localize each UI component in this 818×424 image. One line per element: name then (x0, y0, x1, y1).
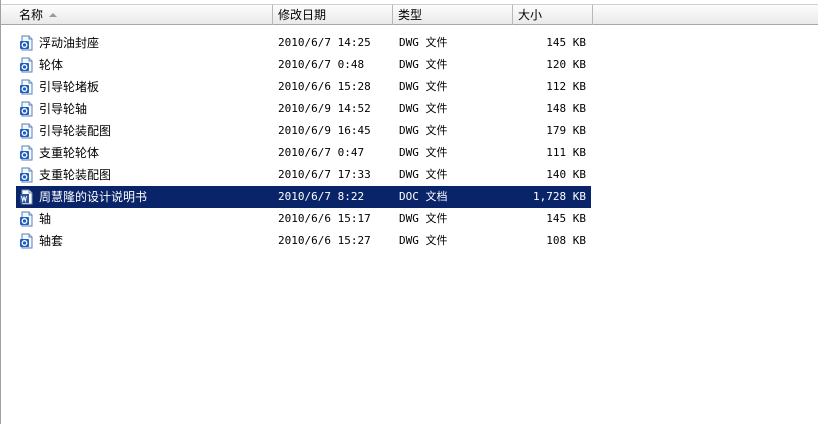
file-size: 112 KB (546, 80, 586, 93)
file-row[interactable]: 引导轮装配图 2010/6/9 16:45 DWG 文件 179 KB (1, 120, 601, 142)
file-type: DWG 文件 (399, 146, 448, 159)
file-size: 145 KB (546, 212, 586, 225)
file-name[interactable]: 轴套 (39, 230, 63, 252)
file-size: 111 KB (546, 146, 586, 159)
file-row[interactable]: 支重轮轮体 2010/6/7 0:47 DWG 文件 111 KB (1, 142, 601, 164)
file-date: 2010/6/7 0:48 (278, 58, 365, 71)
file-date: 2010/6/9 16:45 (278, 124, 371, 137)
file-row[interactable]: 轴套 2010/6/6 15:27 DWG 文件 108 KB (1, 230, 601, 252)
dwg-file-icon (19, 79, 35, 95)
file-date: 2010/6/6 15:27 (278, 234, 371, 247)
file-row[interactable]: 引导轮堵板 2010/6/6 15:28 DWG 文件 112 KB (1, 76, 601, 98)
file-date: 2010/6/7 0:47 (278, 146, 365, 159)
file-list-view: 名称 修改日期 类型 大小 浮动油封座 2010/6/7 14:25 DWG 文件 1… (0, 0, 818, 424)
file-type: DWG 文件 (399, 80, 448, 93)
column-header-name-label: 名称 (19, 8, 44, 22)
dwg-file-icon (19, 233, 35, 249)
dwg-file-icon (19, 145, 35, 161)
file-type: DWG 文件 (399, 212, 448, 225)
file-row[interactable]: 支重轮装配图 2010/6/7 17:33 DWG 文件 140 KB (1, 164, 601, 186)
file-type: DWG 文件 (399, 36, 448, 49)
file-name[interactable]: 轮体 (39, 54, 63, 76)
sort-ascending-icon (49, 12, 58, 17)
column-header-size[interactable]: 大小 (513, 5, 593, 25)
file-type: DWG 文件 (399, 124, 448, 137)
column-header-type[interactable]: 类型 (393, 5, 513, 25)
file-date: 2010/6/9 14:52 (278, 102, 371, 115)
file-size: 140 KB (546, 168, 586, 181)
file-name[interactable]: 支重轮装配图 (39, 164, 111, 186)
file-size: 120 KB (546, 58, 586, 71)
file-date: 2010/6/7 17:33 (278, 168, 371, 181)
file-size: 179 KB (546, 124, 586, 137)
dwg-file-icon (19, 123, 35, 139)
dwg-file-icon (19, 57, 35, 73)
file-name[interactable]: 周慧隆的设计说明书 (39, 186, 147, 208)
file-row[interactable]: 浮动油封座 2010/6/7 14:25 DWG 文件 145 KB (1, 32, 601, 54)
column-header-name[interactable]: 名称 (1, 5, 273, 25)
file-rows: 浮动油封座 2010/6/7 14:25 DWG 文件 145 KB 轮体 2010/6/… (1, 32, 601, 252)
file-type: DWG 文件 (399, 168, 448, 181)
file-size: 148 KB (546, 102, 586, 115)
file-row[interactable]: 周慧隆的设计说明书 2010/6/7 8:22 DOC 文档 1,728 KB (1, 186, 601, 208)
file-row[interactable]: 轴 2010/6/6 15:17 DWG 文件 145 KB (1, 208, 601, 230)
column-header-date[interactable]: 修改日期 (273, 5, 393, 25)
file-date: 2010/6/6 15:17 (278, 212, 371, 225)
dwg-file-icon (19, 35, 35, 51)
file-date: 2010/6/6 15:28 (278, 80, 371, 93)
file-name[interactable]: 支重轮轮体 (39, 142, 99, 164)
file-type: DOC 文档 (399, 190, 448, 203)
column-header-size-label: 大小 (518, 8, 543, 22)
column-header-date-label: 修改日期 (278, 8, 327, 22)
file-size: 145 KB (546, 36, 586, 49)
file-row[interactable]: 轮体 2010/6/7 0:48 DWG 文件 120 KB (1, 54, 601, 76)
file-name[interactable]: 引导轮轴 (39, 98, 87, 120)
file-type: DWG 文件 (399, 58, 448, 71)
file-name[interactable]: 引导轮装配图 (39, 120, 111, 142)
doc-file-icon (19, 189, 35, 205)
file-type: DWG 文件 (399, 102, 448, 115)
file-size: 108 KB (546, 234, 586, 247)
file-name[interactable]: 引导轮堵板 (39, 76, 99, 98)
file-size: 1,728 KB (533, 190, 586, 203)
dwg-file-icon (19, 101, 35, 117)
file-row[interactable]: 引导轮轴 2010/6/9 14:52 DWG 文件 148 KB (1, 98, 601, 120)
file-name[interactable]: 轴 (39, 208, 51, 230)
file-type: DWG 文件 (399, 234, 448, 247)
column-header-type-label: 类型 (398, 8, 423, 22)
column-header-bar: 名称 修改日期 类型 大小 (1, 4, 818, 25)
dwg-file-icon (19, 167, 35, 183)
file-name[interactable]: 浮动油封座 (39, 32, 99, 54)
dwg-file-icon (19, 211, 35, 227)
file-date: 2010/6/7 8:22 (278, 190, 365, 203)
file-date: 2010/6/7 14:25 (278, 36, 371, 49)
